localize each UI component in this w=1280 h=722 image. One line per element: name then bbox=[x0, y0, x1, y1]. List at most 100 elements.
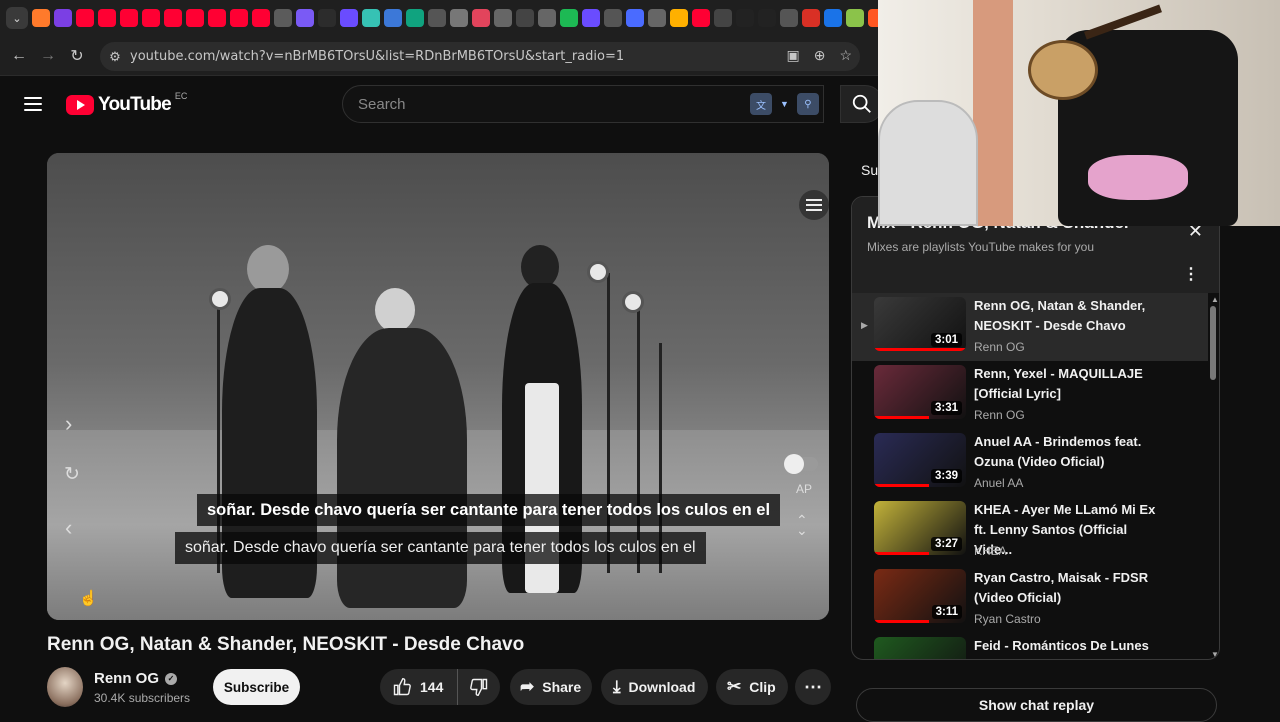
scissors-icon: ✂ bbox=[727, 677, 742, 696]
more-vertical-icon[interactable]: ⋮ bbox=[1183, 264, 1199, 284]
playlist-item-title[interactable]: Anuel AA - Brindemos feat. Ozuna (Video … bbox=[974, 432, 1159, 472]
dark-icon[interactable] bbox=[318, 9, 336, 27]
previous-chevron-icon[interactable]: ‹ bbox=[65, 515, 72, 541]
playlist-item-title[interactable]: Renn OG, Natan & Shander, NEOSKIT - Desd… bbox=[974, 296, 1159, 336]
playlist-item[interactable]: ▶ 3:01 Renn OG, Natan & Shander, NEOSKIT -… bbox=[852, 293, 1208, 361]
search-extension-icon[interactable]: ⚲ bbox=[796, 93, 819, 115]
youtube-icon[interactable] bbox=[186, 9, 204, 27]
s-icon[interactable] bbox=[582, 9, 600, 27]
youtube-icon[interactable] bbox=[692, 9, 710, 27]
channel-name-wrap[interactable]: Renn OG ✓ bbox=[94, 670, 178, 687]
orange-icon[interactable] bbox=[32, 9, 50, 27]
verified-icon: ✓ bbox=[165, 672, 178, 685]
video-thumbnail[interactable]: 3:31 bbox=[874, 365, 966, 419]
notion-icon[interactable] bbox=[428, 9, 446, 27]
chat-icon[interactable] bbox=[670, 9, 688, 27]
share-button[interactable]: ➦ Share bbox=[510, 669, 592, 705]
watch-progress bbox=[874, 552, 930, 555]
more-actions-button[interactable]: ⋯ bbox=[795, 669, 831, 705]
b-icon[interactable] bbox=[296, 9, 314, 27]
playlist-item-channel: Ryan Castro bbox=[974, 612, 1041, 626]
video-thumbnail[interactable]: 3:11 bbox=[874, 569, 966, 623]
tiktok-icon[interactable] bbox=[758, 9, 776, 27]
clock-icon[interactable] bbox=[384, 9, 402, 27]
show-chat-replay-button[interactable]: Show chat replay bbox=[856, 688, 1217, 722]
android-icon[interactable] bbox=[846, 9, 864, 27]
scroll-up-icon[interactable]: ▲ bbox=[1211, 295, 1219, 304]
autoplay-toggle[interactable] bbox=[784, 454, 818, 474]
pin-icon[interactable] bbox=[472, 9, 490, 27]
dropdown-caret-icon[interactable]: ▼ bbox=[780, 99, 789, 109]
youtube-icon[interactable] bbox=[230, 9, 248, 27]
playlist-item-channel: Renn OG bbox=[974, 408, 1025, 422]
youtube-icon[interactable] bbox=[252, 9, 270, 27]
translate-extension-icon[interactable]: 文 bbox=[750, 93, 772, 115]
playlist-item-title[interactable]: Feid - Románticos De Lunes bbox=[974, 636, 1159, 656]
tiktok-icon[interactable] bbox=[736, 9, 754, 27]
like-button[interactable]: 144 bbox=[380, 669, 458, 705]
playlist-item[interactable]: Feid - Románticos De Lunes bbox=[852, 633, 1208, 659]
address-url[interactable]: youtube.com/watch?v=nBrMB6TOrsU&list=RDn… bbox=[130, 49, 624, 64]
scrollbar-thumb[interactable] bbox=[1210, 306, 1216, 380]
x-icon[interactable] bbox=[516, 9, 534, 27]
w-icon[interactable] bbox=[450, 9, 468, 27]
channel-name[interactable]: Renn OG bbox=[94, 670, 159, 687]
playlist-item-title[interactable]: Ryan Castro, Maisak - FDSR (Video Oficia… bbox=[974, 568, 1159, 608]
back-icon[interactable]: ← bbox=[9, 46, 29, 66]
chevron-down-icon[interactable]: ⌄ bbox=[6, 7, 28, 29]
search-icon bbox=[852, 94, 871, 113]
install-app-icon[interactable]: ▣ bbox=[786, 47, 799, 64]
diamond-icon[interactable] bbox=[538, 9, 556, 27]
check-icon[interactable] bbox=[560, 9, 578, 27]
youtube-icon[interactable] bbox=[98, 9, 116, 27]
download-button[interactable]: ⤓ Download bbox=[601, 669, 708, 705]
next-chevron-icon[interactable]: › bbox=[65, 411, 72, 437]
scroll-down-icon[interactable]: ▼ bbox=[1211, 650, 1219, 659]
p-icon[interactable] bbox=[604, 9, 622, 27]
translate-icon[interactable] bbox=[274, 9, 292, 27]
video-thumbnail[interactable]: 3:27 bbox=[874, 501, 966, 555]
clip-button[interactable]: ✂ Clip bbox=[716, 669, 788, 705]
playlist-item[interactable]: 3:31 Renn, Yexel - MAQUILLAJE [Official L… bbox=[852, 361, 1208, 429]
diamond-icon[interactable] bbox=[494, 9, 512, 27]
thumbs-up-icon bbox=[393, 677, 411, 696]
playlist-item[interactable]: 3:27 KHEA - Ayer Me LLamó Mi Ex ft. Lenny… bbox=[852, 497, 1208, 565]
forward-icon[interactable]: → bbox=[38, 46, 58, 66]
playlist-item[interactable]: 3:11 Ryan Castro, Maisak - FDSR (Video Of… bbox=[852, 565, 1208, 633]
channel-avatar[interactable] bbox=[47, 667, 83, 707]
playlist-toggle-button[interactable] bbox=[799, 190, 829, 220]
youtube-icon[interactable] bbox=[120, 9, 138, 27]
youtube-icon[interactable] bbox=[142, 9, 160, 27]
bookmark-star-icon[interactable]: ☆ bbox=[839, 47, 852, 64]
subscribe-button[interactable]: Subscribe bbox=[213, 669, 300, 705]
ghost-icon[interactable] bbox=[648, 9, 666, 27]
youtube-icon[interactable] bbox=[208, 9, 226, 27]
dislike-button[interactable] bbox=[458, 669, 500, 705]
lightning-icon[interactable] bbox=[824, 9, 842, 27]
menu-icon[interactable] bbox=[24, 97, 42, 111]
compass-icon[interactable] bbox=[714, 9, 732, 27]
video-thumbnail[interactable]: 3:01 bbox=[874, 297, 966, 351]
bars-icon[interactable] bbox=[626, 9, 644, 27]
zoom-icon[interactable]: ⊕ bbox=[814, 47, 826, 64]
video-thumbnail[interactable] bbox=[874, 637, 966, 659]
youtube-icon[interactable] bbox=[76, 9, 94, 27]
p-icon[interactable] bbox=[362, 9, 380, 27]
site-settings-icon[interactable]: ⚙ bbox=[100, 49, 130, 65]
expand-collapse-icon[interactable]: ⌃ ⌄ bbox=[796, 513, 808, 537]
youtube-logo[interactable]: YouTube EC bbox=[66, 91, 187, 116]
red-circle-icon[interactable] bbox=[802, 9, 820, 27]
watch-progress bbox=[874, 416, 930, 419]
address-bar[interactable]: ⚙ youtube.com/watch?v=nBrMB6TOrsU&list=R… bbox=[100, 42, 860, 71]
replay-icon[interactable]: ↻ bbox=[64, 463, 80, 486]
purple-icon[interactable] bbox=[54, 9, 72, 27]
chatgpt-icon[interactable] bbox=[406, 9, 424, 27]
s-icon[interactable] bbox=[340, 9, 358, 27]
video-player[interactable]: › ↻ ‹ AP ⌃ ⌄ soñar. Desde chavo quería se… bbox=[47, 153, 829, 620]
youtube-icon[interactable] bbox=[164, 9, 182, 27]
reload-icon[interactable]: ↻ bbox=[67, 46, 87, 66]
playlist-item[interactable]: 3:39 Anuel AA - Brindemos feat. Ozuna (Vi… bbox=[852, 429, 1208, 497]
notion-icon[interactable] bbox=[780, 9, 798, 27]
playlist-item-title[interactable]: Renn, Yexel - MAQUILLAJE [Official Lyric… bbox=[974, 364, 1159, 404]
video-thumbnail[interactable]: 3:39 bbox=[874, 433, 966, 487]
